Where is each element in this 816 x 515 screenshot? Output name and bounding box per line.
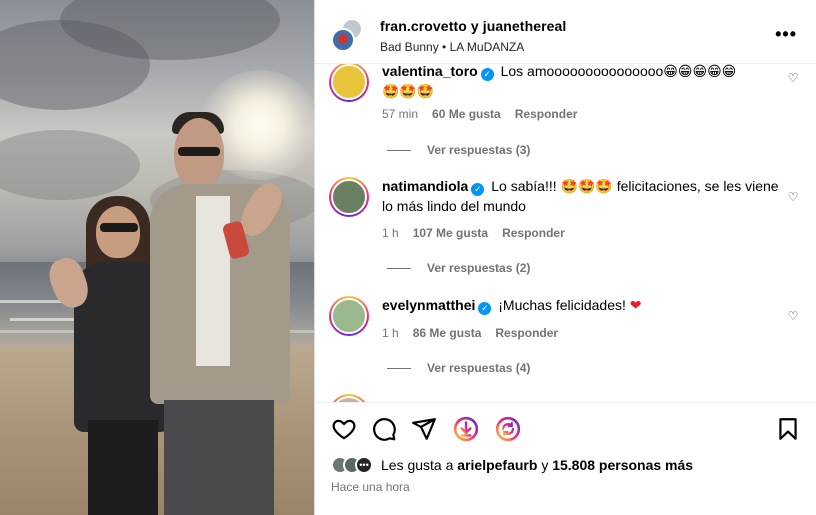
comment-username[interactable]: natimandiola bbox=[382, 178, 468, 194]
post-header: fran.crovetto y juanethereal Bad Bunny •… bbox=[315, 0, 816, 64]
post-timestamp: Hace una hora bbox=[331, 480, 410, 494]
commenter-avatar[interactable] bbox=[329, 64, 369, 102]
comment-like-heart-icon[interactable]: ♡ bbox=[787, 191, 799, 203]
wave-foam bbox=[10, 318, 80, 321]
audio-track[interactable]: Bad Bunny • LA MuDANZA bbox=[380, 40, 566, 54]
action-bar bbox=[315, 402, 816, 454]
comment-time: 1 h bbox=[382, 326, 399, 340]
comment-emojis: 😁😁😁😁😁 bbox=[663, 64, 737, 80]
verified-badge-icon: ✓ bbox=[478, 302, 492, 315]
heart-icon[interactable] bbox=[331, 416, 357, 442]
likes-conjunction: y bbox=[541, 457, 549, 473]
comment-body: natimandiola ✓ Lo sabía!!! 🤩🤩🤩 felicitaci… bbox=[382, 177, 782, 216]
comment-likes[interactable]: 60 Me gusta bbox=[432, 107, 501, 121]
view-replies-label: Ver respuestas (2) bbox=[427, 261, 531, 275]
liker-username[interactable]: arielpefaurb bbox=[457, 457, 537, 473]
comment-icon[interactable] bbox=[371, 416, 397, 442]
commenter-avatar[interactable] bbox=[329, 394, 369, 402]
comment-text: Los amooooooooooooooo bbox=[500, 64, 664, 79]
comment-text: ¡Muchas felicidades! bbox=[498, 297, 626, 313]
comment-body: valentina_toro ✓ Los amooooooooooooooo😁😁😁… bbox=[382, 64, 782, 102]
likes-count[interactable]: 15.808 personas más bbox=[552, 457, 693, 473]
repost-icon[interactable] bbox=[495, 416, 521, 442]
view-replies-label: Ver respuestas (4) bbox=[427, 361, 531, 375]
comment-meta: 57 min 60 Me gusta Responder bbox=[382, 107, 577, 121]
likes-summary[interactable]: ••• Les gusta a arielpefaurb y 15.808 pe… bbox=[331, 456, 693, 474]
send-icon[interactable] bbox=[411, 416, 437, 442]
commenter-avatar[interactable] bbox=[329, 296, 369, 336]
post-photo[interactable] bbox=[0, 0, 314, 515]
replies-divider bbox=[387, 149, 411, 151]
commenter-avatar[interactable] bbox=[329, 177, 369, 217]
view-replies-button[interactable]: Ver respuestas (4) bbox=[387, 361, 530, 375]
comment-body: evelynmatthei ✓ ¡Muchas felicidades! ❤ bbox=[382, 296, 782, 316]
avatar bbox=[331, 28, 355, 52]
reply-button[interactable]: Responder bbox=[495, 326, 558, 340]
red-heart-emoji: ❤ bbox=[629, 298, 642, 314]
comment-emojis: 🤩🤩🤩 bbox=[382, 84, 435, 100]
view-replies-button[interactable]: Ver respuestas (3) bbox=[387, 143, 530, 157]
more-likers-icon: ••• bbox=[355, 456, 373, 474]
comments-list[interactable]: valentina_toro ✓ Los amooooooooooooooo😁😁😁… bbox=[315, 64, 816, 402]
post-authors[interactable]: fran.crovetto y juanethereal bbox=[380, 18, 566, 34]
replies-divider bbox=[387, 367, 411, 369]
more-horizontal-icon[interactable]: ••• bbox=[775, 24, 797, 45]
download-icon[interactable] bbox=[453, 416, 479, 442]
verified-badge-icon: ✓ bbox=[471, 183, 485, 196]
comment-like-heart-icon[interactable]: ♡ bbox=[787, 310, 799, 322]
verified-badge-icon: ✓ bbox=[480, 68, 494, 81]
comment-time: 57 min bbox=[382, 107, 419, 121]
comment-meta: 1 h 86 Me gusta Responder bbox=[382, 326, 558, 340]
cloud-shape bbox=[0, 130, 140, 200]
comment-time: 1 h bbox=[382, 226, 399, 240]
reply-button[interactable]: Responder bbox=[502, 226, 565, 240]
likes-prefix: Les gusta a bbox=[381, 457, 454, 473]
comment-likes[interactable]: 86 Me gusta bbox=[413, 326, 482, 340]
replies-divider bbox=[387, 267, 411, 269]
collab-avatars[interactable] bbox=[331, 18, 365, 52]
comment-username[interactable]: evelynmatthei bbox=[382, 297, 475, 313]
comment-like-heart-icon[interactable]: ♡ bbox=[787, 72, 799, 84]
view-replies-button[interactable]: Ver respuestas (2) bbox=[387, 261, 530, 275]
likes-text: Les gusta a arielpefaurb y 15.808 person… bbox=[381, 457, 693, 473]
reply-button[interactable]: Responder bbox=[515, 107, 578, 121]
header-text: fran.crovetto y juanethereal Bad Bunny •… bbox=[380, 18, 566, 54]
post-side-panel: fran.crovetto y juanethereal Bad Bunny •… bbox=[314, 0, 816, 515]
comment-meta: 1 h 107 Me gusta Responder bbox=[382, 226, 565, 240]
comment-emojis: 🤩🤩🤩 bbox=[560, 179, 613, 195]
bookmark-icon[interactable] bbox=[775, 416, 801, 442]
view-replies-label: Ver respuestas (3) bbox=[427, 143, 531, 157]
comment-username[interactable]: valentina_toro bbox=[382, 64, 478, 79]
instagram-post-modal: fran.crovetto y juanethereal Bad Bunny •… bbox=[0, 0, 816, 515]
comment-text: Lo sabía!!! bbox=[491, 178, 557, 194]
comment-likes[interactable]: 107 Me gusta bbox=[413, 226, 488, 240]
